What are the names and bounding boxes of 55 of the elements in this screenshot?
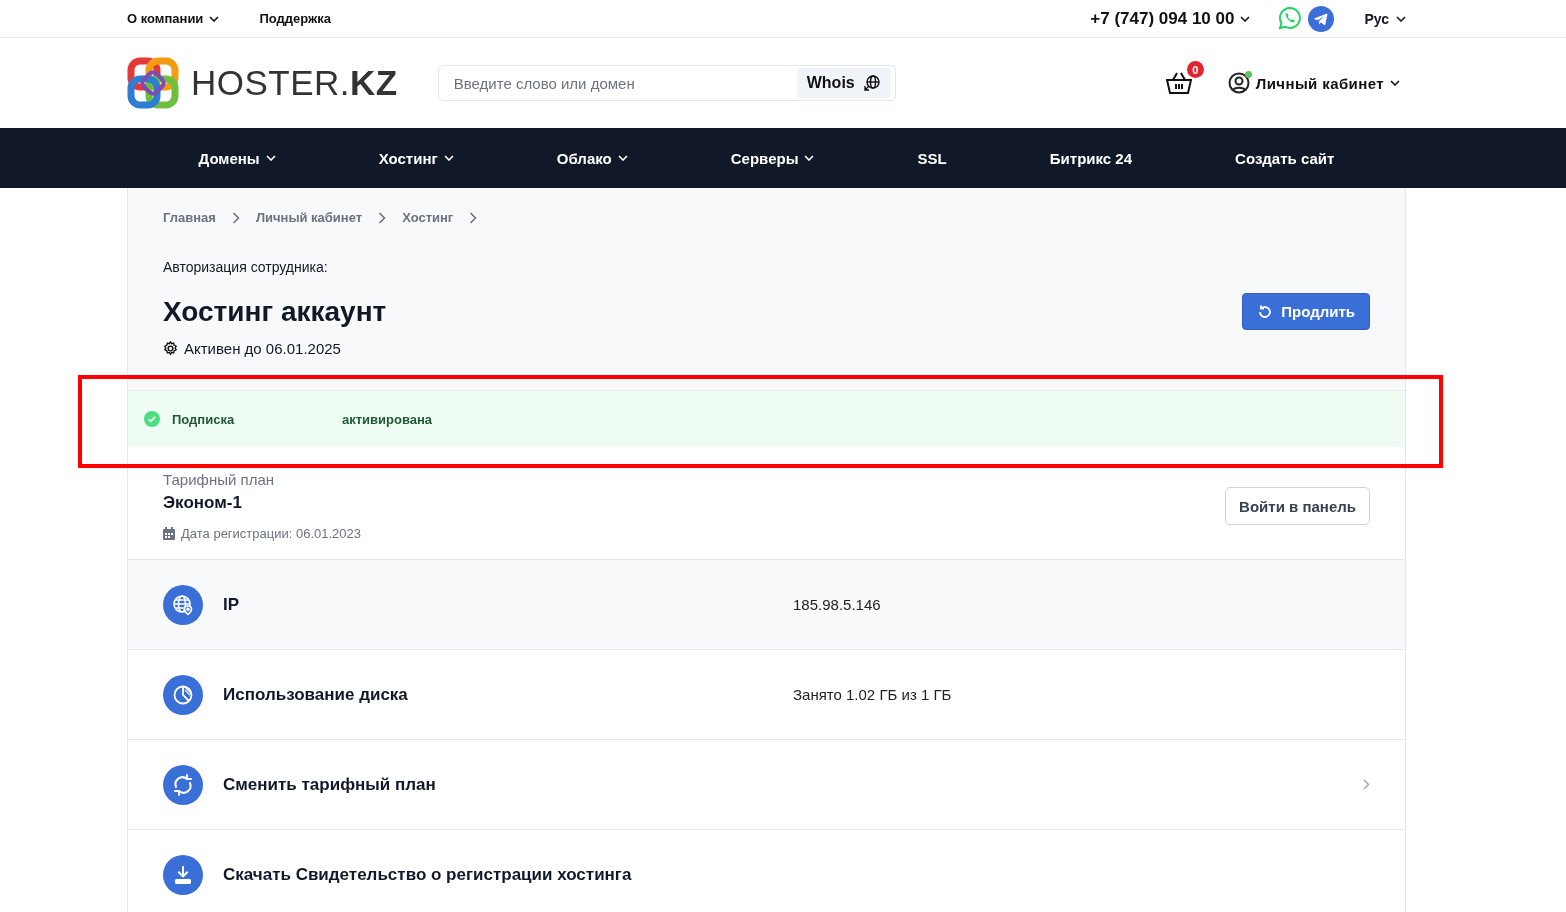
globe-pin-icon [163, 584, 203, 625]
undo-icon [1257, 303, 1274, 320]
top-link[interactable]: Поддержка [259, 11, 331, 26]
telegram-icon[interactable] [1308, 5, 1335, 32]
row-value: 185.98.5.146 [793, 596, 881, 613]
nav-item[interactable]: Хостинг [378, 149, 454, 167]
auth-label: Авторизация сотрудника: [163, 259, 329, 275]
download-icon [163, 854, 203, 895]
chevron-down-icon [1390, 80, 1400, 86]
renew-button[interactable]: Продлить [1242, 293, 1370, 330]
panel-login-button[interactable]: Войти в панель [1225, 487, 1370, 525]
user-icon [1227, 72, 1250, 94]
registration-date: Дата регистрации: 06.01.2023 [181, 526, 362, 541]
row-title: IP [223, 594, 241, 615]
breadcrumb-link[interactable]: Личный кабинет [255, 210, 363, 225]
status-text: Активен до 06.01.2025 [184, 340, 341, 357]
whois-button[interactable]: Whois [796, 68, 891, 98]
globe-cursor-icon [862, 74, 881, 92]
page-title: Хостинг аккаунт [163, 295, 387, 328]
chevron-right-icon [469, 211, 478, 224]
nav-item[interactable]: Битрикс 24 [1049, 149, 1133, 167]
row-title: Использование диска [223, 684, 409, 705]
cart-count-badge: 0 [1186, 61, 1204, 78]
nav-item[interactable]: SSL [917, 149, 947, 167]
nav-item[interactable]: Домены [198, 149, 276, 167]
phone-link[interactable]: +7 (747) 094 10 00 [1090, 8, 1251, 29]
breadcrumb-link[interactable]: Хостинг [402, 210, 454, 225]
row-title: Скачать Свидетельство о регистрации хостинга [223, 864, 633, 885]
account-menu[interactable]: Личный кабинет [1221, 71, 1406, 95]
chevron-down-icon [1240, 15, 1251, 22]
chevron-down-icon [1396, 15, 1406, 22]
nav-item[interactable]: Серверы [730, 149, 815, 167]
breadcrumb-link[interactable]: Главная [163, 210, 216, 225]
refresh-icon [163, 764, 203, 805]
logo-icon[interactable] [127, 57, 179, 109]
plan-name: Эконом-1 [163, 493, 243, 513]
gear-icon [163, 341, 178, 356]
logo-text[interactable]: HOSTER.KZ [191, 63, 398, 103]
subscription-label: Подписка [172, 411, 236, 427]
subscription-value: активирована [342, 411, 433, 427]
row-title: Сменить тарифный план [223, 774, 437, 795]
chevron-right-icon [1363, 779, 1370, 790]
search-field[interactable]: Введите слово или домен Whois [437, 65, 896, 101]
plan-label: Тарифный план [163, 471, 275, 488]
check-circle-icon [144, 411, 160, 427]
calendar-icon [163, 527, 175, 540]
basket-icon[interactable] [1165, 71, 1192, 95]
row-value: Занято 1.02 ГБ из 1 ГБ [793, 686, 952, 703]
pie-chart-icon [163, 674, 203, 715]
chevron-right-icon [378, 211, 387, 224]
language-selector[interactable]: Рус [1364, 10, 1406, 27]
top-link[interactable]: О компании [127, 11, 220, 26]
chevron-right-icon [231, 211, 240, 224]
nav-item[interactable]: Создать сайт [1235, 149, 1335, 167]
nav-item[interactable]: Облако [556, 149, 628, 167]
